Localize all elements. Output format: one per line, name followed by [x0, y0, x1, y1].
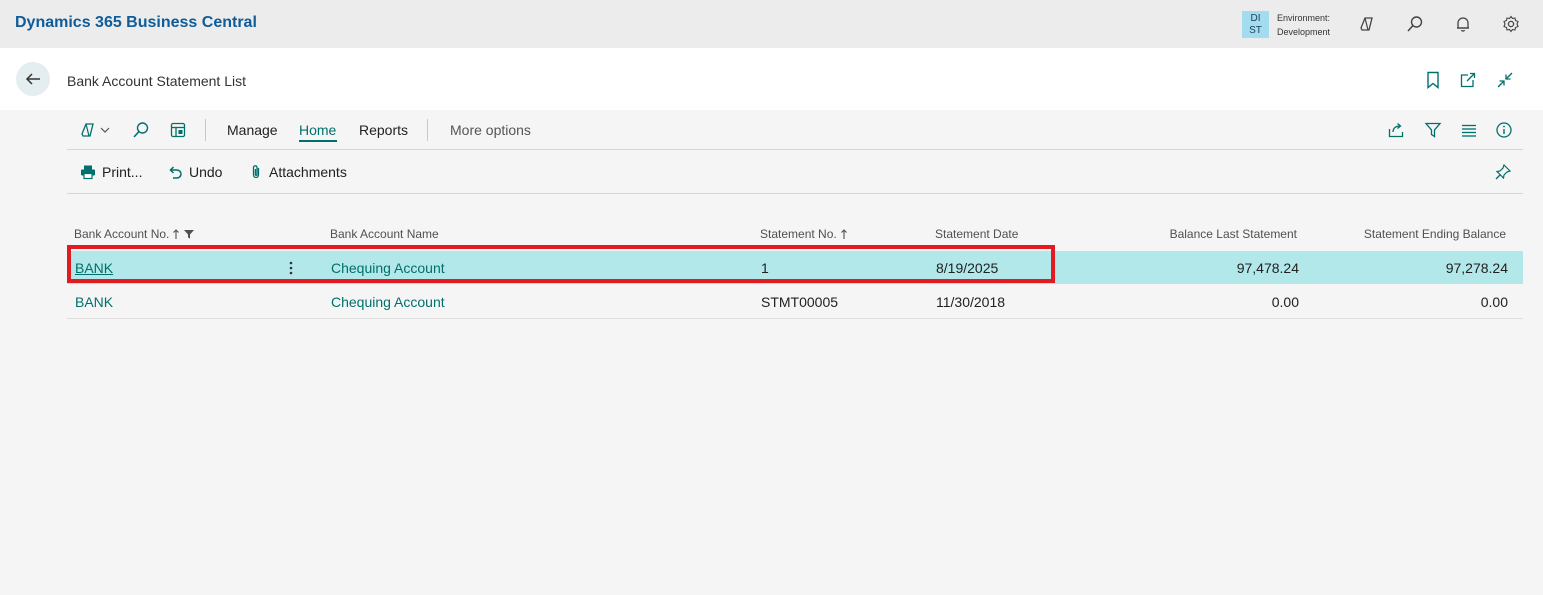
- search-icon[interactable]: [1404, 13, 1426, 35]
- more-options-button[interactable]: More options: [450, 113, 531, 147]
- environment-label: Environment:: [1277, 13, 1331, 23]
- bank-account-name-cell[interactable]: Chequing Account: [331, 285, 445, 318]
- share-icon[interactable]: [1387, 113, 1405, 147]
- column-header-bank-account-name[interactable]: Bank Account Name: [330, 224, 439, 244]
- column-header-statement-ending-balance[interactable]: Statement Ending Balance: [1307, 224, 1506, 244]
- column-header-statement-no[interactable]: Statement No.: [760, 224, 848, 244]
- list-view-icon[interactable]: [1460, 113, 1478, 147]
- collapse-icon[interactable]: [1495, 70, 1515, 90]
- statement-no-cell: 1: [761, 259, 769, 276]
- sort-ascending-icon: [840, 229, 847, 239]
- statement-date-cell: 8/19/2025: [936, 259, 999, 276]
- attachments-button[interactable]: Attachments: [249, 150, 347, 193]
- copilot-menu-button[interactable]: [79, 113, 111, 147]
- more-vertical-icon: [289, 261, 293, 274]
- table-row[interactable]: BANK Chequing Account 1 8/19/2025 97,478…: [67, 251, 1523, 284]
- undo-label: Undo: [189, 163, 223, 180]
- environment-info: Environment: Development: [1277, 11, 1330, 39]
- edit-list-icon: [170, 122, 186, 138]
- column-label: Statement Ending Balance: [1363, 227, 1506, 241]
- info-icon[interactable]: [1495, 113, 1513, 147]
- balance-last-statement-cell: 0.00: [1271, 293, 1299, 310]
- tab-reports[interactable]: Reports: [359, 113, 408, 147]
- column-header-statement-date[interactable]: Statement Date: [935, 224, 1018, 244]
- column-header-balance-last-statement[interactable]: Balance Last Statement: [1097, 224, 1297, 244]
- statement-no-cell: STMT00005: [761, 293, 839, 310]
- statement-ending-balance-cell: 0.00: [1480, 293, 1508, 310]
- filter-applied-icon: [184, 230, 195, 239]
- environment-badge-line2: ST: [1249, 24, 1262, 36]
- table-row[interactable]: BANK Chequing Account STMT00005 11/30/20…: [67, 285, 1523, 319]
- balance-last-statement-cell: 97,478.24: [1236, 259, 1299, 276]
- bank-account-name-cell[interactable]: Chequing Account: [331, 251, 445, 284]
- printer-icon: [81, 165, 95, 179]
- bank-account-no-cell[interactable]: BANK: [75, 285, 113, 318]
- column-label: Bank Account No.: [74, 227, 170, 241]
- row-actions-menu[interactable]: [289, 251, 293, 284]
- column-label: Statement Date: [935, 227, 1019, 241]
- environment-badge-line1: DI: [1250, 12, 1261, 24]
- edit-list-button[interactable]: [169, 113, 187, 147]
- back-arrow-icon: [25, 73, 40, 85]
- bookmark-icon[interactable]: [1423, 70, 1443, 90]
- bank-account-no-cell[interactable]: BANK: [75, 251, 113, 284]
- statement-ending-balance-cell: 97,278.24: [1445, 259, 1508, 276]
- search-icon: [133, 122, 149, 138]
- sort-ascending-icon: [173, 229, 180, 239]
- undo-icon: [169, 165, 182, 179]
- tab-manage[interactable]: Manage: [227, 113, 278, 147]
- home-actions: Print... Undo Attachments: [67, 150, 1523, 194]
- column-label: Statement No.: [760, 227, 837, 241]
- print-label: Print...: [102, 163, 143, 180]
- back-button[interactable]: [16, 62, 50, 96]
- environment-value: Development: [1277, 27, 1331, 37]
- app-bar: Dynamics 365 Business Central DI ST Envi…: [0, 0, 1543, 48]
- page-header: Bank Account Statement List: [0, 48, 1543, 110]
- copilot-icon: [81, 123, 94, 137]
- environment-badge[interactable]: DI ST: [1242, 11, 1269, 38]
- copilot-icon[interactable]: [1356, 13, 1378, 35]
- page-title: Bank Account Statement List: [67, 73, 246, 89]
- open-new-window-icon[interactable]: [1458, 70, 1478, 90]
- app-title[interactable]: Dynamics 365 Business Central: [15, 14, 257, 32]
- chevron-down-icon: [100, 127, 110, 133]
- action-separator: [427, 119, 428, 141]
- column-header-bank-account-no[interactable]: Bank Account No.: [74, 224, 195, 244]
- tab-home-underline: [299, 140, 337, 142]
- action-separator: [205, 119, 206, 141]
- search-button[interactable]: [132, 113, 150, 147]
- action-bar: Manage Home Reports More options: [67, 113, 1523, 150]
- pin-action-bar-button[interactable]: [1494, 150, 1512, 193]
- pin-icon: [1495, 163, 1512, 179]
- gear-icon[interactable]: [1500, 13, 1522, 35]
- column-label: Bank Account Name: [330, 227, 439, 241]
- bell-icon[interactable]: [1452, 13, 1474, 35]
- paperclip-icon: [252, 164, 260, 178]
- column-label: Balance Last Statement: [1169, 227, 1297, 241]
- statement-date-cell: 11/30/2018: [936, 293, 1006, 310]
- print-button[interactable]: Print...: [80, 150, 142, 193]
- undo-button[interactable]: Undo: [167, 150, 222, 193]
- filter-icon[interactable]: [1424, 113, 1442, 147]
- attachments-label: Attachments: [269, 163, 347, 180]
